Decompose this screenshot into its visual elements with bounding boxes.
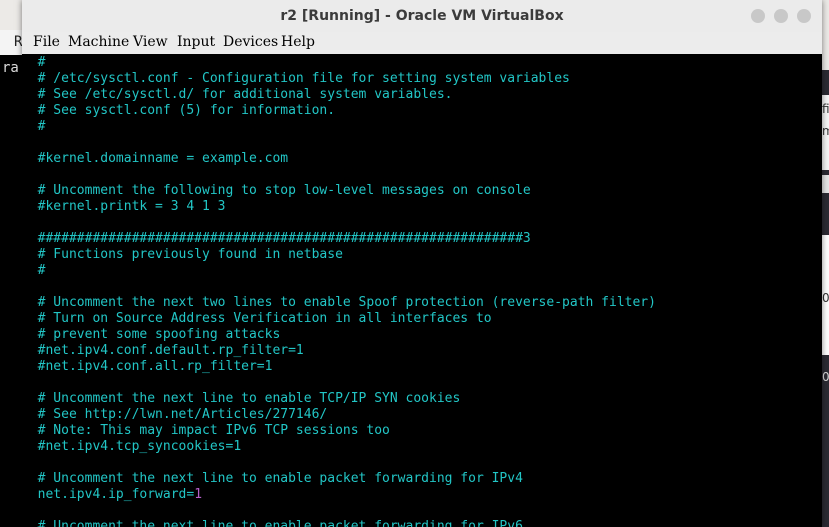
terminal-line: # Uncomment the following to stop low-le…	[22, 183, 531, 198]
terminal-line: # Uncomment the next line to enable pack…	[22, 471, 523, 486]
terminal-line: # /etc/sysctl.conf - Configuration file …	[22, 71, 570, 86]
menu-machine[interactable]: Machine	[68, 34, 129, 50]
terminal-line: # Uncomment the next line to enable pack…	[22, 519, 523, 527]
close-button[interactable]	[797, 9, 811, 23]
background-right-text-3: 0	[822, 291, 829, 305]
menu-input[interactable]: Input	[177, 34, 215, 50]
title-bar[interactable]: r2 [Running] - Oracle VM VirtualBox	[22, 0, 822, 33]
terminal-line: #	[22, 119, 46, 134]
background-right-text-4: 0	[822, 370, 829, 384]
background-terminal-fragment: ra	[2, 60, 19, 76]
terminal-line-active: net.ipv4.ip_forward=1	[22, 487, 822, 503]
background-right-divider	[822, 175, 829, 193]
background-right-text-2: m	[822, 124, 829, 138]
menu-devices[interactable]: Devices	[223, 34, 278, 50]
terminal-line: #kernel.domainname = example.com	[22, 151, 289, 166]
menu-bar: File Machine View Input Devices Help	[22, 32, 822, 54]
terminal-line: # Functions previously found in netbase	[22, 247, 343, 262]
terminal-line: #net.ipv4.conf.default.rp_filter=1	[22, 343, 304, 358]
background-terminal-left	[0, 55, 22, 527]
terminal-line: # See /etc/sysctl.d/ for additional syst…	[22, 87, 453, 102]
window-title: r2 [Running] - Oracle VM VirtualBox	[280, 8, 564, 24]
terminal-line: # See http://lwn.net/Articles/277146/	[22, 407, 328, 422]
setting-key: net.ipv4.ip_forward=	[37, 487, 195, 502]
terminal-line: # Turn on Source Address Verification in…	[22, 311, 492, 326]
terminal-line: #net.ipv4.tcp_syncookies=1	[22, 439, 242, 454]
terminal-line: # Uncomment the next two lines to enable…	[22, 295, 656, 310]
terminal-line: #kernel.printk = 3 4 1 3	[22, 199, 226, 214]
background-right-text-1: fi	[822, 102, 829, 116]
vm-screen[interactable]: # # /etc/sysctl.conf - Configuration fil…	[22, 55, 822, 527]
terminal-line: #	[22, 55, 46, 70]
terminal-line: ########################################…	[22, 231, 531, 246]
terminal-line: # Note: This may impact IPv6 TCP session…	[22, 423, 390, 438]
terminal-line: # See sysctl.conf (5) for information.	[22, 103, 336, 118]
setting-value: 1	[194, 487, 203, 502]
terminal-line: #	[22, 263, 46, 278]
terminal-line: # prevent some spoofing attacks	[22, 327, 281, 342]
terminal-line: # Uncomment the next line to enable TCP/…	[22, 391, 461, 406]
menu-file[interactable]: File	[33, 34, 60, 50]
minimize-button[interactable]	[751, 9, 765, 23]
maximize-button[interactable]	[774, 9, 788, 23]
terminal-line: #net.ipv4.conf.all.rp_filter=1	[22, 359, 273, 374]
menu-view[interactable]: View	[133, 34, 168, 50]
virtualbox-window: r2 [Running] - Oracle VM VirtualBox File…	[22, 0, 822, 527]
terminal-text: # # /etc/sysctl.conf - Configuration fil…	[22, 55, 822, 527]
menu-help[interactable]: Help	[281, 34, 315, 50]
